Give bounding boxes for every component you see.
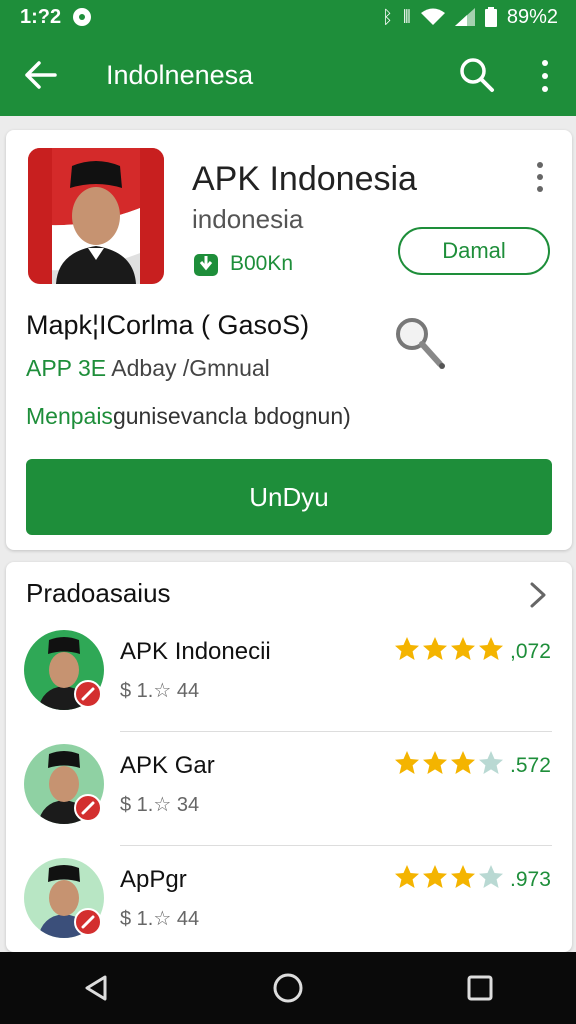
list-item-rating: .572 — [510, 754, 551, 777]
back-button[interactable] — [0, 34, 80, 116]
star-icon — [423, 637, 447, 660]
battery-icon — [484, 7, 497, 27]
download-button[interactable]: UnDyu — [26, 459, 552, 535]
star-icon — [479, 751, 503, 774]
status-bar: 1:?2 ᛒ ⦀ 89%2 — [0, 0, 576, 34]
page-title: Indolnenesa — [106, 59, 254, 90]
magnifier-icon — [396, 318, 445, 369]
badge-icon — [74, 680, 102, 708]
list-item-price: $ 1.☆ 44 — [120, 908, 200, 930]
list-item[interactable]: ApPgr $ 1.☆ 44 .973 — [6, 848, 572, 960]
star-rating — [394, 636, 504, 664]
list-item-rating: ,072 — [510, 640, 551, 663]
app-bar: Indolnenesa — [0, 34, 576, 116]
app-desc-text: gunisevancla bdognun) — [112, 403, 351, 429]
star-icon — [395, 751, 419, 774]
divider — [120, 731, 552, 732]
app-detail-card: APK Indonesia indonesia B00Kn Damal Mapk… — [6, 130, 572, 550]
status-time: 1:?2 — [20, 5, 62, 28]
star-rating — [394, 750, 504, 778]
app-row-title: Mapk¦ICorlma ( GasoS) — [26, 310, 310, 340]
related-apps-card: Pradoasaius APK Indonecii $ 1.☆ 44 ,072 … — [6, 562, 572, 952]
downloads-count: B00Kn — [230, 252, 294, 275]
star-icon — [479, 865, 503, 888]
badge-icon — [74, 794, 102, 822]
list-item-price: $ 1.☆ 44 — [120, 680, 200, 702]
app-desc-tag: Menpais — [26, 403, 113, 429]
bluetooth-icon: ᛒ — [382, 7, 393, 27]
chevron-right-icon[interactable] — [526, 580, 550, 610]
more-vert-button[interactable] — [530, 56, 560, 96]
star-rating — [394, 864, 504, 892]
list-item[interactable]: APK Indonecii $ 1.☆ 44 ,072 — [6, 620, 572, 732]
badge-icon — [74, 908, 102, 936]
downloads-info: B00Kn — [192, 250, 293, 278]
list-item-price: $ 1.☆ 34 — [120, 794, 200, 816]
list-item-name: ApPgr — [120, 866, 187, 893]
star-icon — [395, 637, 419, 660]
more-vert-icon — [537, 162, 543, 168]
signal-icon — [454, 8, 475, 26]
back-arrow-icon — [25, 61, 57, 89]
battery-percent: 89%2 — [506, 5, 558, 28]
star-icon — [423, 865, 447, 888]
system-nav-bar — [0, 952, 576, 1024]
app-icon — [28, 148, 164, 284]
list-item[interactable]: APK Gar $ 1.☆ 34 .572 — [6, 734, 572, 846]
nav-recents-button[interactable] — [460, 968, 500, 1008]
status-icons: ᛒ ⦀ 89%2 — [382, 6, 558, 29]
star-icon — [395, 865, 419, 888]
detail-button[interactable]: Damal — [398, 227, 550, 275]
search-button[interactable] — [456, 54, 498, 96]
wifi-icon — [420, 8, 445, 25]
app-developer: indonesia — [192, 204, 304, 234]
section-header[interactable]: Pradoasaius — [26, 578, 171, 609]
star-icon — [423, 751, 447, 774]
list-item-rating: .973 — [510, 868, 551, 891]
download-count-icon — [194, 254, 218, 276]
nav-back-icon — [85, 975, 107, 1001]
app-name: APK Indonesia — [192, 160, 417, 198]
app-description: Menpaisgunisevancla bdognun) — [26, 403, 351, 430]
app-meta-text: Adbay /Gmnual — [111, 355, 270, 381]
star-icon — [479, 637, 503, 660]
divider — [120, 845, 552, 846]
nav-home-icon — [273, 973, 303, 1003]
list-item-name: APK Indonecii — [120, 638, 271, 665]
card-more-button[interactable] — [534, 162, 546, 192]
more-vert-icon — [542, 60, 548, 66]
star-icon — [451, 751, 475, 774]
star-icon — [451, 865, 475, 888]
star-icon — [451, 637, 475, 660]
app-meta: APP 3E Adbay /Gmnual — [26, 355, 270, 382]
vibrate-icon: ⦀ — [402, 7, 411, 27]
app-meta-tag: APP 3E — [26, 355, 107, 381]
nav-back-button[interactable] — [76, 968, 116, 1008]
notification-icon — [73, 8, 92, 26]
nav-home-button[interactable] — [268, 968, 308, 1008]
search-icon — [460, 58, 494, 92]
list-item-name: APK Gar — [120, 752, 215, 779]
nav-recents-icon — [467, 975, 493, 1001]
